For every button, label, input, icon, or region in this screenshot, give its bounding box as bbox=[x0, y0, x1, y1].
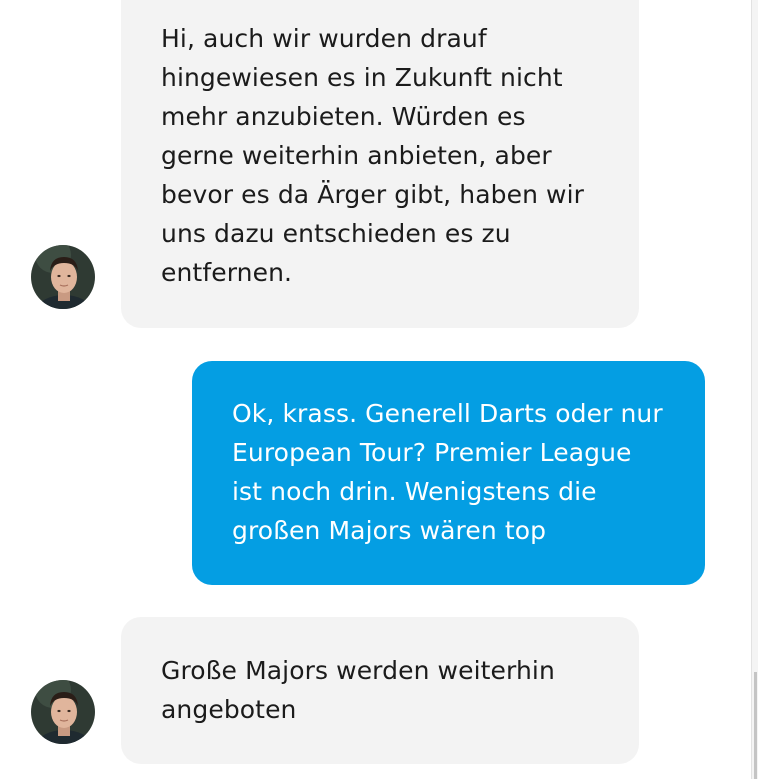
message-bubble-incoming: Hi, auch wir wurden drauf hingewiesen es… bbox=[121, 0, 639, 328]
message-bubble-incoming: Große Majors werden weiterhin angeboten bbox=[121, 617, 639, 764]
message-text: Hi, auch wir wurden drauf hingewiesen es… bbox=[161, 24, 585, 287]
agent-avatar bbox=[31, 245, 95, 309]
vertical-scrollbar[interactable] bbox=[751, 0, 758, 779]
message-bubble-outgoing: Ok, krass. Generell Darts oder nur Europ… bbox=[192, 361, 705, 585]
message-text: Große Majors werden weiterhin angeboten bbox=[161, 656, 555, 724]
scrollbar-thumb[interactable] bbox=[754, 672, 757, 779]
message-text: Ok, krass. Generell Darts oder nur Europ… bbox=[232, 399, 663, 545]
chat-message-list[interactable]: Hi, auch wir wurden drauf hingewiesen es… bbox=[0, 0, 752, 779]
agent-avatar bbox=[31, 680, 95, 744]
